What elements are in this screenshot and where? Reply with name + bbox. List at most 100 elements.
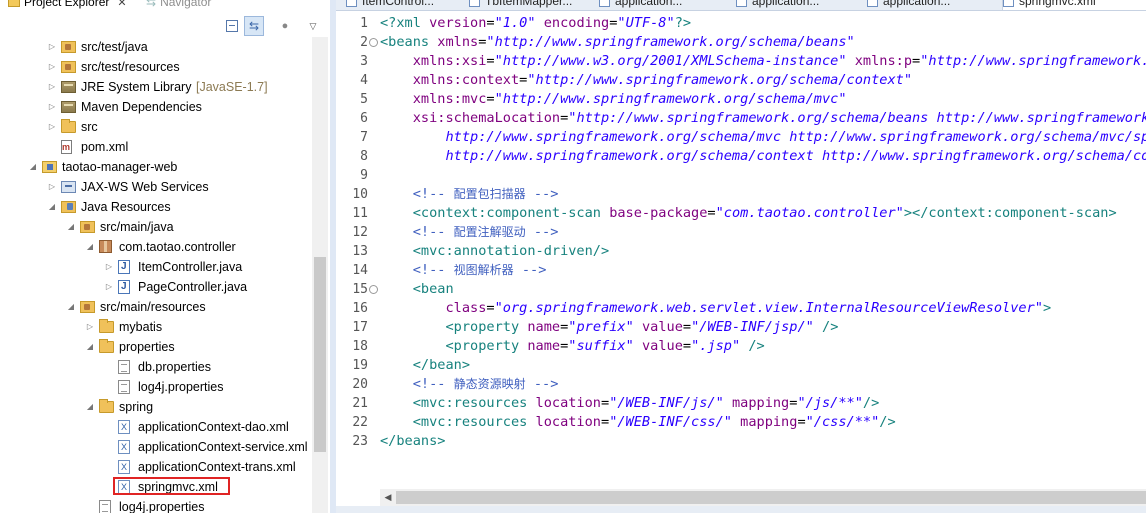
code-token-t bbox=[380, 53, 413, 69]
code-token-t bbox=[380, 357, 413, 373]
tree-item-label: src/test/resources bbox=[81, 60, 180, 74]
editor-horizontal-scrollbar[interactable]: ◀ bbox=[380, 489, 1146, 506]
code-token-t: = bbox=[682, 338, 692, 354]
tree-item-label: Maven Dependencies bbox=[81, 100, 202, 114]
code-line[interactable]: <context:component-scan base-package="co… bbox=[380, 204, 1117, 223]
expanded-twisty-icon[interactable]: ◢ bbox=[66, 297, 76, 317]
library-icon bbox=[61, 81, 76, 93]
editor-tab[interactable]: TbItemMapper... bbox=[469, 0, 584, 10]
code-token-attr: xmlns bbox=[437, 34, 479, 50]
focus-button[interactable]: ● bbox=[277, 18, 293, 34]
expanded-twisty-icon[interactable]: ◢ bbox=[85, 337, 95, 357]
line-number: 15 bbox=[352, 282, 368, 297]
collapsed-twisty-icon[interactable]: ▷ bbox=[104, 277, 114, 297]
editor-tab[interactable]: application... bbox=[867, 0, 987, 10]
line-number: 16 bbox=[352, 301, 368, 316]
code-line[interactable]: <property name="prefix" value="/WEB-INF/… bbox=[380, 318, 838, 337]
code-token-val: http://www.springframework.org/schema/mv… bbox=[445, 129, 1146, 145]
xml-file-icon bbox=[118, 457, 130, 477]
fold-toggle-icon[interactable] bbox=[369, 38, 378, 47]
tree-item-label: pom.xml bbox=[81, 140, 129, 154]
collapsed-twisty-icon[interactable]: ▷ bbox=[47, 117, 57, 137]
code-line[interactable]: <!-- 静态资源映射 --> bbox=[380, 375, 559, 394]
code-token-t bbox=[380, 72, 413, 88]
code-line[interactable]: xmlns:mvc="http://www.springframework.or… bbox=[380, 90, 847, 109]
code-token-attr: location bbox=[535, 395, 601, 411]
expanded-twisty-icon[interactable]: ◢ bbox=[47, 197, 57, 217]
link-with-editor-button[interactable]: ⇆ bbox=[244, 16, 264, 36]
code-token-tag: <property bbox=[445, 338, 520, 354]
code-line[interactable]: http://www.springframework.org/schema/mv… bbox=[380, 128, 1146, 147]
collapsed-twisty-icon[interactable]: ▷ bbox=[47, 97, 57, 117]
code-line[interactable]: <!-- 配置注解驱动 --> bbox=[380, 223, 559, 242]
expanded-twisty-icon[interactable]: ◢ bbox=[66, 217, 76, 237]
code-line[interactable]: <property name="suffix" value=".jsp" /> bbox=[380, 337, 764, 356]
editor-tab-active[interactable]: springmvc.xml bbox=[1002, 0, 1146, 10]
source-folder-icon bbox=[80, 221, 95, 233]
code-line[interactable]: <bean bbox=[380, 280, 454, 299]
collapsed-twisty-icon[interactable]: ▷ bbox=[47, 177, 57, 197]
code-token-val: "http://www.springframework.org/schema/m… bbox=[494, 91, 847, 107]
editor-scrollbar-thumb[interactable] bbox=[396, 491, 1146, 504]
folder-icon bbox=[99, 399, 114, 413]
tab-navigator[interactable]: ⇆ Navigator bbox=[146, 0, 211, 10]
editor-bottom-strip bbox=[336, 506, 1146, 513]
expanded-twisty-icon[interactable]: ◢ bbox=[85, 237, 95, 257]
expanded-twisty-icon[interactable]: ◢ bbox=[28, 157, 38, 177]
code-token-attr: value bbox=[641, 338, 683, 354]
collapsed-twisty-icon[interactable]: ▷ bbox=[104, 257, 114, 277]
collapse-all-icon bbox=[226, 20, 238, 32]
line-number: 19 bbox=[352, 358, 368, 373]
code-token-attr: name bbox=[527, 338, 561, 354]
editor-tab-label: ItemControl... bbox=[362, 0, 435, 8]
code-token-cjk: 配置注解驱动 bbox=[453, 225, 526, 239]
line-number: 20 bbox=[352, 377, 368, 392]
tree-item-label: PageController.java bbox=[138, 280, 248, 294]
collapsed-twisty-icon[interactable]: ▷ bbox=[47, 57, 57, 77]
web-services-icon bbox=[61, 181, 76, 193]
code-line[interactable]: class="org.springframework.web.servlet.v… bbox=[380, 299, 1051, 318]
editor-tab[interactable]: ItemControl... bbox=[346, 0, 456, 10]
code-token-cmt: <!-- bbox=[412, 376, 454, 392]
code-token-val: ".jsp" bbox=[691, 338, 741, 354]
collapsed-twisty-icon[interactable]: ▷ bbox=[47, 77, 57, 97]
code-token-t bbox=[380, 205, 413, 221]
code-token-t bbox=[380, 281, 413, 297]
code-token-cmt: --> bbox=[525, 376, 559, 392]
close-icon[interactable]: ✕ bbox=[117, 0, 126, 9]
project-explorer-panel: Project Explorer ✕ ⇆ Navigator ⇆ ● ▽ ▷ src/… bbox=[0, 0, 330, 513]
collapsed-twisty-icon[interactable]: ▷ bbox=[47, 37, 57, 57]
code-token-tag: <bean bbox=[412, 281, 454, 297]
properties-file-icon bbox=[118, 360, 130, 374]
fold-toggle-icon[interactable] bbox=[369, 285, 378, 294]
code-line[interactable]: <mvc:resources location="/WEB-INF/js/" m… bbox=[380, 394, 880, 413]
scroll-left-icon[interactable]: ◀ bbox=[380, 489, 396, 506]
code-line[interactable]: xmlns:context="http://www.springframewor… bbox=[380, 71, 912, 90]
code-area[interactable]: <?xml version="1.0" encoding="UTF-8"?> <b… bbox=[380, 14, 1146, 489]
code-line[interactable]: <!-- 视图解析器 --> bbox=[380, 261, 547, 280]
code-line[interactable]: <!-- 配置包扫描器 --> bbox=[380, 185, 559, 204]
code-line[interactable]: <beans xmlns="http://www.springframework… bbox=[380, 33, 855, 52]
editor-tab[interactable]: application... bbox=[599, 0, 719, 10]
collapsed-twisty-icon[interactable]: ▷ bbox=[85, 317, 95, 337]
explorer-scrollbar-thumb[interactable] bbox=[314, 257, 326, 452]
code-line[interactable]: xsi:schemaLocation="http://www.springfra… bbox=[380, 109, 1146, 128]
code-token-val: "/WEB-INF/jsp/" bbox=[691, 319, 814, 335]
code-line[interactable]: <mvc:annotation-driven/> bbox=[380, 242, 609, 261]
expanded-twisty-icon[interactable]: ◢ bbox=[85, 397, 95, 417]
code-line[interactable]: xmlns:xsi="http://www.w3.org/2001/XMLSch… bbox=[380, 52, 1146, 71]
editor-tab[interactable]: application... bbox=[736, 0, 854, 10]
tree-item-label: taotao-manager-web bbox=[62, 160, 178, 174]
collapse-all-button[interactable] bbox=[224, 18, 240, 34]
code-line[interactable]: <?xml version="1.0" encoding="UTF-8"?> bbox=[380, 14, 691, 33]
code-token-val: "http://www.springframework.org/schema/b… bbox=[568, 110, 1146, 126]
code-line[interactable]: <mvc:resources location="/WEB-INF/css/" … bbox=[380, 413, 896, 432]
code-line[interactable]: http://www.springframework.org/schema/co… bbox=[380, 147, 1146, 166]
code-line[interactable]: </bean> bbox=[380, 356, 470, 375]
view-menu-button[interactable]: ▽ bbox=[305, 18, 321, 34]
xml-file-icon bbox=[469, 0, 480, 7]
tab-project-explorer[interactable]: Project Explorer ✕ bbox=[8, 0, 127, 10]
code-line[interactable]: </beans> bbox=[380, 432, 445, 451]
line-number: 18 bbox=[352, 339, 368, 354]
explorer-scrollbar[interactable] bbox=[312, 37, 328, 513]
